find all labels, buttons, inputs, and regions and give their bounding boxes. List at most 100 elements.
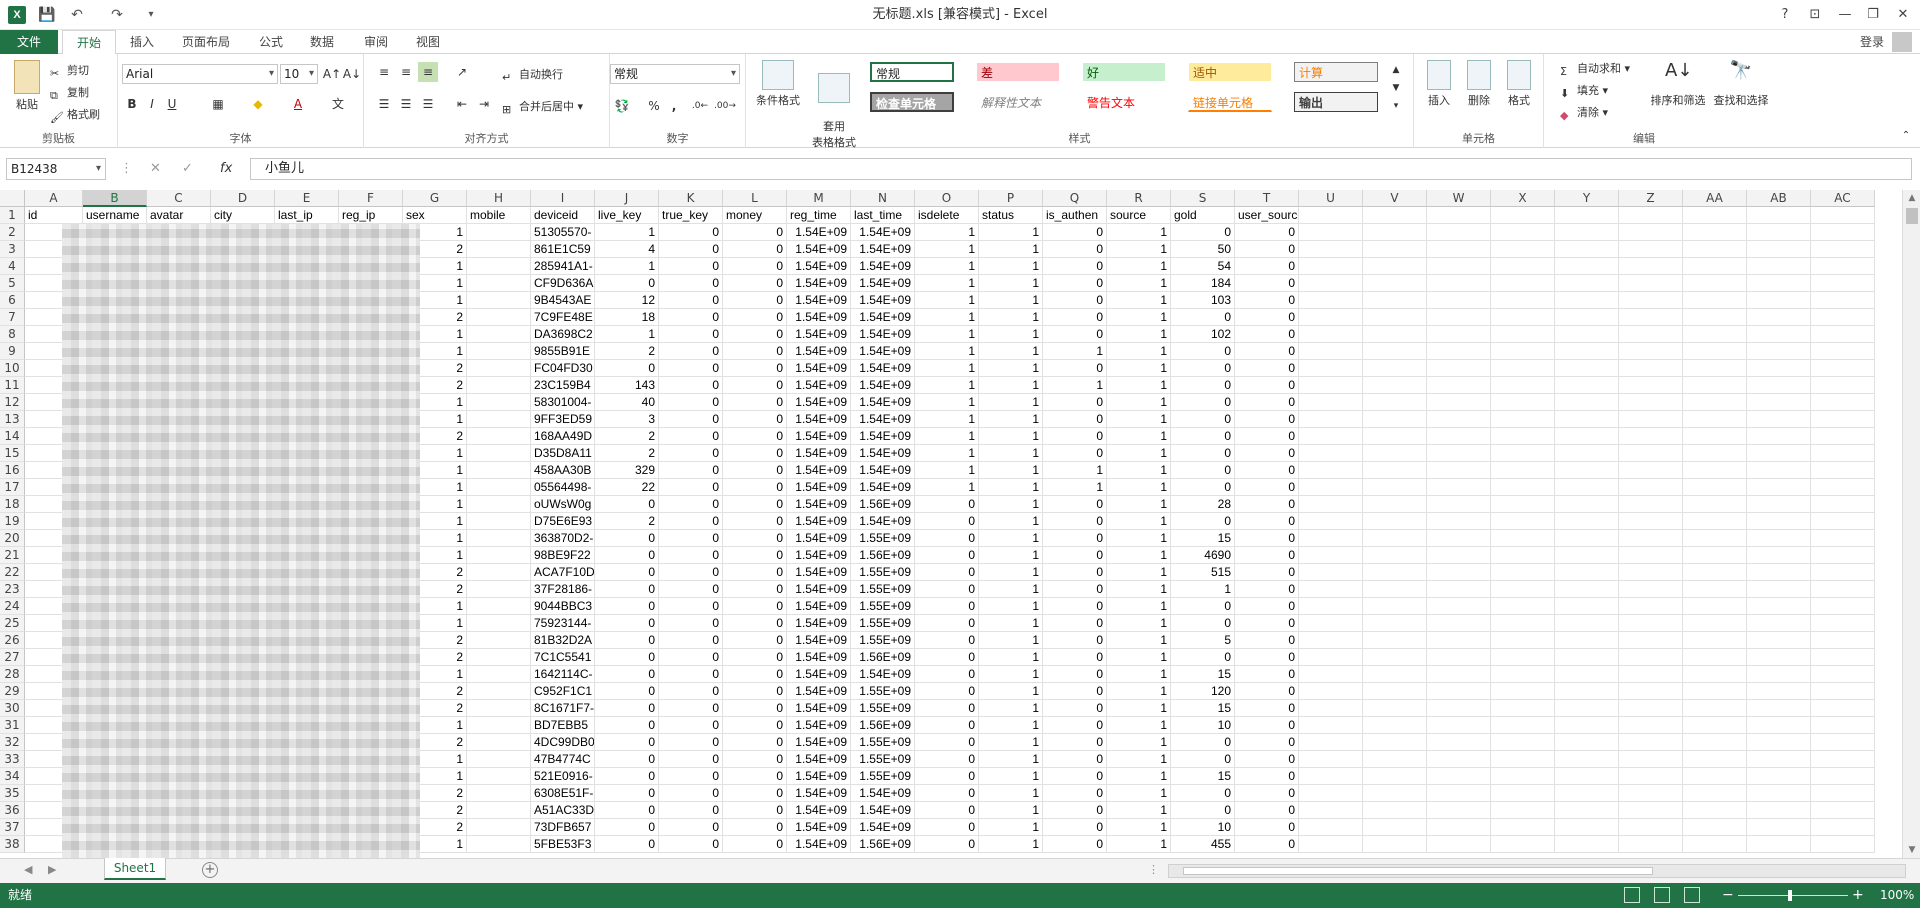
data-cell[interactable]: 0 bbox=[595, 547, 659, 564]
empty-cell[interactable] bbox=[1619, 751, 1683, 768]
underline-button[interactable]: U bbox=[162, 94, 182, 114]
empty-cell[interactable] bbox=[1747, 275, 1811, 292]
header-cell[interactable]: is_authen bbox=[1043, 207, 1107, 224]
data-cell[interactable]: 0 bbox=[1043, 819, 1107, 836]
data-cell[interactable]: 0 bbox=[659, 343, 723, 360]
data-cell[interactable]: 05564498- bbox=[531, 479, 595, 496]
data-cell[interactable]: 1 bbox=[1107, 700, 1171, 717]
empty-cell[interactable] bbox=[467, 547, 531, 564]
data-cell[interactable]: 0 bbox=[723, 428, 787, 445]
empty-cell[interactable] bbox=[1811, 292, 1875, 309]
data-cell[interactable]: 0 bbox=[1043, 445, 1107, 462]
empty-cell[interactable] bbox=[1427, 496, 1491, 513]
zoom-out-icon[interactable]: − bbox=[1722, 883, 1734, 908]
data-cell[interactable]: 1 bbox=[1107, 768, 1171, 785]
row-header[interactable]: 28 bbox=[0, 666, 25, 683]
empty-cell[interactable] bbox=[1747, 258, 1811, 275]
data-cell[interactable]: 0 bbox=[1171, 462, 1235, 479]
empty-cell[interactable] bbox=[1811, 496, 1875, 513]
data-cell[interactable]: 0 bbox=[723, 479, 787, 496]
data-cell[interactable]: 1.56E+09 bbox=[851, 717, 915, 734]
data-cell[interactable]: 1.54E+09 bbox=[851, 343, 915, 360]
empty-cell[interactable] bbox=[1683, 377, 1747, 394]
empty-cell[interactable] bbox=[1363, 819, 1427, 836]
data-cell[interactable]: 0 bbox=[595, 649, 659, 666]
empty-cell[interactable] bbox=[1491, 292, 1555, 309]
empty-cell[interactable] bbox=[1491, 581, 1555, 598]
data-cell[interactable]: 1.54E+09 bbox=[787, 360, 851, 377]
data-cell[interactable]: 81B32D2A bbox=[531, 632, 595, 649]
empty-cell[interactable] bbox=[1811, 360, 1875, 377]
data-cell[interactable]: 1 bbox=[979, 224, 1043, 241]
data-cell[interactable]: 1.54E+09 bbox=[787, 700, 851, 717]
empty-cell[interactable] bbox=[1683, 275, 1747, 292]
data-cell[interactable]: 1 bbox=[1107, 258, 1171, 275]
data-cell[interactable]: 0 bbox=[723, 632, 787, 649]
data-cell[interactable]: 0 bbox=[1235, 564, 1299, 581]
data-cell[interactable]: 18 bbox=[595, 309, 659, 326]
empty-cell[interactable] bbox=[1427, 819, 1491, 836]
data-cell[interactable]: 1 bbox=[915, 275, 979, 292]
data-cell[interactable]: 1 bbox=[1107, 309, 1171, 326]
empty-cell[interactable] bbox=[1747, 462, 1811, 479]
empty-cell[interactable] bbox=[1747, 683, 1811, 700]
data-cell[interactable]: 0 bbox=[659, 819, 723, 836]
data-cell[interactable]: 458AA30B bbox=[531, 462, 595, 479]
data-cell[interactable]: 0 bbox=[659, 564, 723, 581]
empty-cell[interactable] bbox=[1811, 581, 1875, 598]
data-cell[interactable]: 1 bbox=[979, 598, 1043, 615]
data-cell[interactable]: 1 bbox=[1107, 819, 1171, 836]
empty-cell[interactable] bbox=[1683, 428, 1747, 445]
style-neutral[interactable]: 适中 bbox=[1188, 62, 1272, 82]
empty-cell[interactable] bbox=[1619, 666, 1683, 683]
empty-cell[interactable] bbox=[467, 649, 531, 666]
empty-cell[interactable] bbox=[1619, 479, 1683, 496]
empty-cell[interactable] bbox=[1491, 275, 1555, 292]
empty-cell[interactable] bbox=[1555, 292, 1619, 309]
empty-cell[interactable] bbox=[1555, 479, 1619, 496]
data-cell[interactable]: 37F28186- bbox=[531, 581, 595, 598]
empty-cell[interactable] bbox=[1683, 819, 1747, 836]
data-cell[interactable]: 0 bbox=[1043, 802, 1107, 819]
avatar[interactable] bbox=[1892, 32, 1912, 52]
column-header[interactable]: X bbox=[1491, 190, 1555, 207]
column-header[interactable]: H bbox=[467, 190, 531, 207]
data-cell[interactable]: 0 bbox=[1235, 513, 1299, 530]
empty-cell[interactable] bbox=[467, 292, 531, 309]
empty-cell[interactable] bbox=[1747, 343, 1811, 360]
data-cell[interactable]: 22 bbox=[595, 479, 659, 496]
data-cell[interactable]: 0 bbox=[1171, 785, 1235, 802]
empty-cell[interactable] bbox=[1555, 394, 1619, 411]
data-cell[interactable]: 1.54E+09 bbox=[787, 513, 851, 530]
empty-cell[interactable] bbox=[1299, 768, 1363, 785]
empty-cell[interactable] bbox=[1491, 224, 1555, 241]
empty-cell[interactable] bbox=[1363, 530, 1427, 547]
data-cell[interactable]: 1 bbox=[979, 275, 1043, 292]
empty-cell[interactable] bbox=[467, 224, 531, 241]
empty-cell[interactable] bbox=[467, 394, 531, 411]
empty-cell[interactable] bbox=[1491, 445, 1555, 462]
data-cell[interactable]: 1.54E+09 bbox=[787, 309, 851, 326]
data-cell[interactable]: 4 bbox=[595, 241, 659, 258]
data-cell[interactable]: 1.54E+09 bbox=[787, 258, 851, 275]
empty-cell[interactable] bbox=[1363, 666, 1427, 683]
empty-cell[interactable] bbox=[1747, 564, 1811, 581]
empty-cell[interactable] bbox=[1747, 377, 1811, 394]
data-cell[interactable]: 0 bbox=[1235, 428, 1299, 445]
data-cell[interactable]: 0 bbox=[1235, 785, 1299, 802]
data-cell[interactable]: 1 bbox=[1107, 343, 1171, 360]
empty-cell[interactable] bbox=[1811, 224, 1875, 241]
data-cell[interactable]: 0 bbox=[1043, 564, 1107, 581]
horizontal-scrollbar[interactable] bbox=[1168, 864, 1906, 878]
data-cell[interactable]: 0 bbox=[915, 581, 979, 598]
data-cell[interactable]: 7C9FE48E bbox=[531, 309, 595, 326]
data-cell[interactable]: 28 bbox=[1171, 496, 1235, 513]
empty-cell[interactable] bbox=[1427, 768, 1491, 785]
data-cell[interactable]: 0 bbox=[1235, 377, 1299, 394]
tab-page-layout[interactable]: 页面布局 bbox=[168, 30, 244, 54]
data-cell[interactable]: 10 bbox=[1171, 717, 1235, 734]
row-header[interactable]: 35 bbox=[0, 785, 25, 802]
data-cell[interactable]: 1.54E+09 bbox=[787, 377, 851, 394]
data-cell[interactable]: 1.54E+09 bbox=[851, 411, 915, 428]
data-cell[interactable]: 0 bbox=[659, 598, 723, 615]
